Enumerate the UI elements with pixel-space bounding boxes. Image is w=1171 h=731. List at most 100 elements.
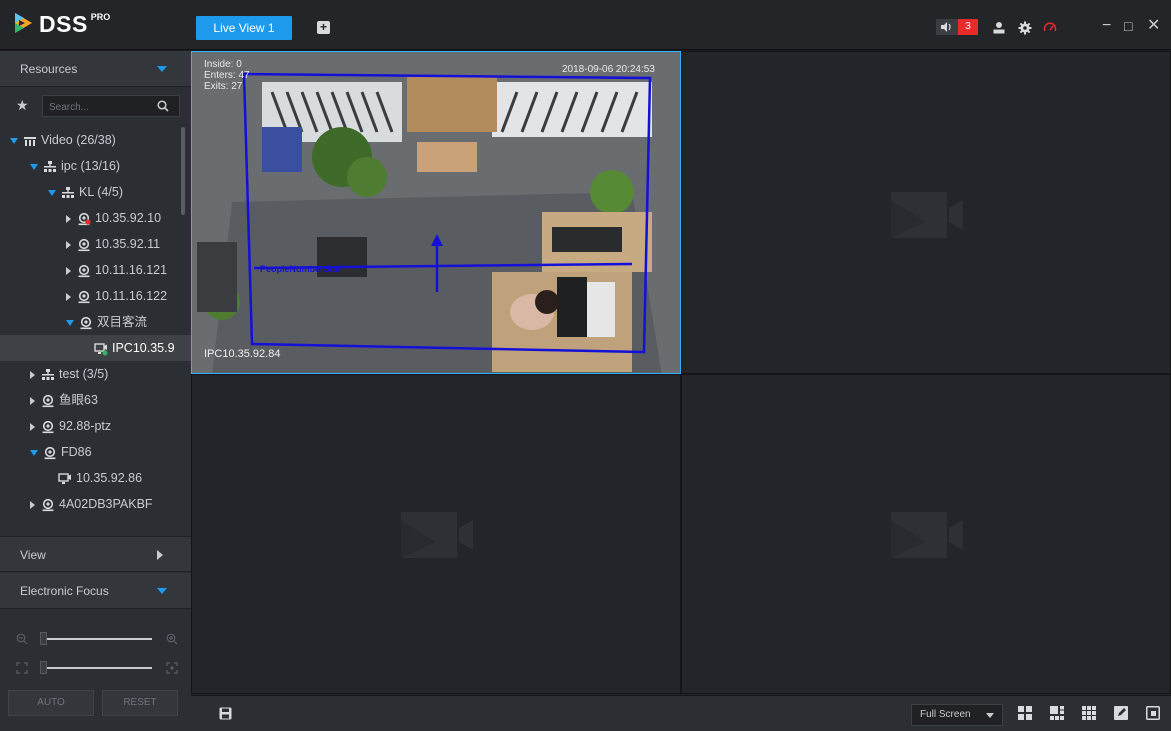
camera-placeholder-icon bbox=[891, 512, 963, 558]
device-icon bbox=[78, 238, 90, 251]
expand-open-icon[interactable] bbox=[30, 163, 38, 170]
video-cell-1[interactable]: Inside: 0 Enters: 47 Exits: 27 2018-09-0… bbox=[191, 51, 681, 374]
tree-item-label: test (3/5) bbox=[59, 367, 109, 381]
tree-item[interactable]: 双目客流 bbox=[0, 309, 191, 335]
tree-item[interactable]: 10.35.92.11 bbox=[0, 231, 191, 257]
video-cell-2[interactable] bbox=[681, 51, 1171, 374]
tree-item[interactable]: KL (4/5) bbox=[0, 179, 191, 205]
device-icon bbox=[42, 498, 54, 511]
logo-pro: PRO bbox=[90, 12, 111, 22]
tree-item[interactable]: 4A02DB3PAKBF bbox=[0, 491, 191, 517]
zoom-out-icon[interactable] bbox=[16, 633, 28, 645]
layout-4-icon[interactable] bbox=[1018, 706, 1032, 720]
expand-open-icon[interactable] bbox=[30, 449, 38, 456]
osd-enters-count: Enters: 47 bbox=[204, 70, 250, 81]
device-alarm-icon bbox=[78, 212, 91, 225]
view-label: View bbox=[20, 548, 46, 562]
resource-tree: Video (26/38) ipc (13/16) KL (4/5) 10.35.92… bbox=[0, 127, 191, 527]
fit-window-icon[interactable] bbox=[1146, 706, 1160, 720]
tree-item[interactable]: FD86 bbox=[0, 439, 191, 465]
expand-closed-icon[interactable] bbox=[66, 214, 71, 223]
edit-layout-icon[interactable] bbox=[1114, 706, 1128, 720]
zoom-slider-handle[interactable] bbox=[40, 632, 47, 645]
tree-item[interactable]: IPC10.35.9 bbox=[0, 335, 191, 361]
user-icon[interactable] bbox=[992, 20, 1006, 36]
tree-item[interactable]: 10.11.16.122 bbox=[0, 283, 191, 309]
auto-focus-button[interactable]: AUTO bbox=[8, 690, 94, 716]
expand-open-icon[interactable] bbox=[10, 137, 18, 144]
add-tab-button[interactable]: + bbox=[317, 21, 330, 34]
top-bar: DSS PRO Live View 1 + 3 − □ ✕ bbox=[0, 0, 1171, 50]
osd-timestamp: 2018-09-06 20:24:53 bbox=[562, 64, 655, 75]
focus-slider[interactable] bbox=[16, 660, 184, 676]
electronic-focus-label: Electronic Focus bbox=[20, 584, 109, 598]
expand-open-icon[interactable] bbox=[66, 319, 74, 326]
logo-mark-icon bbox=[15, 13, 32, 33]
tree-item[interactable]: ipc (13/16) bbox=[0, 153, 191, 179]
favorites-star-icon[interactable]: ★ bbox=[16, 97, 29, 114]
dss-pro-window: DSS PRO Live View 1 + 3 − □ ✕ Resources … bbox=[0, 0, 1171, 731]
tree-item-label: FD86 bbox=[61, 445, 92, 459]
channel-live-icon bbox=[94, 343, 108, 356]
expand-closed-icon[interactable] bbox=[30, 422, 35, 431]
camera-feed bbox=[192, 52, 680, 373]
organization-icon bbox=[62, 186, 74, 198]
expand-closed-icon[interactable] bbox=[66, 266, 71, 275]
tree-item[interactable]: 10.35.92.10 bbox=[0, 205, 191, 231]
search-input[interactable] bbox=[49, 99, 149, 115]
resources-header[interactable]: Resources bbox=[0, 51, 191, 87]
focus-slider-handle[interactable] bbox=[40, 661, 47, 674]
focus-near-icon[interactable] bbox=[16, 662, 28, 674]
fullscreen-select[interactable]: Full Screen bbox=[911, 704, 1003, 726]
tree-item-label: 4A02DB3PAKBF bbox=[59, 497, 153, 511]
tree-item[interactable]: 鱼眼63 bbox=[0, 387, 191, 413]
minimize-button[interactable]: − bbox=[1102, 16, 1111, 36]
gear-icon[interactable] bbox=[1018, 20, 1032, 36]
reset-focus-button[interactable]: RESET bbox=[102, 690, 178, 716]
device-icon bbox=[80, 316, 92, 329]
zoom-slider-track[interactable] bbox=[42, 638, 152, 640]
tree-item-label: IPC10.35.9 bbox=[112, 341, 175, 355]
expand-closed-icon[interactable] bbox=[30, 396, 35, 405]
close-button[interactable]: ✕ bbox=[1147, 16, 1160, 36]
search-row: ★ bbox=[0, 92, 191, 120]
save-icon[interactable] bbox=[219, 707, 232, 720]
maximize-button[interactable]: □ bbox=[1124, 16, 1132, 36]
expand-closed-icon[interactable] bbox=[30, 500, 35, 509]
tree-item[interactable]: 10.35.92.86 bbox=[0, 465, 191, 491]
search-icon[interactable] bbox=[157, 100, 169, 112]
channel-icon bbox=[58, 473, 71, 484]
expand-closed-icon[interactable] bbox=[66, 292, 71, 301]
video-cell-3[interactable] bbox=[191, 374, 681, 694]
expand-closed-icon[interactable] bbox=[30, 370, 35, 379]
left-panel: Resources ★ Video (26/38) ipc (13/16) KL (… bbox=[0, 51, 191, 731]
layout-9-icon[interactable] bbox=[1082, 706, 1096, 720]
tree-item-label: 10.35.92.10 bbox=[95, 211, 162, 225]
expand-open-icon[interactable] bbox=[48, 189, 56, 196]
expand-closed-icon[interactable] bbox=[66, 240, 71, 249]
tree-item[interactable]: 92.88-ptz bbox=[0, 413, 191, 439]
tab-live-view-1[interactable]: Live View 1 bbox=[196, 16, 292, 40]
speedometer-icon[interactable] bbox=[1043, 20, 1057, 36]
device-icon bbox=[42, 394, 54, 407]
alarm-count-badge[interactable]: 3 bbox=[958, 19, 978, 35]
zoom-in-icon[interactable] bbox=[166, 633, 178, 645]
tree-item-label: 92.88-ptz bbox=[59, 419, 112, 433]
tree-item[interactable]: test (3/5) bbox=[0, 361, 191, 387]
osd-inside-count: Inside: 0 bbox=[204, 59, 242, 70]
focus-slider-track[interactable] bbox=[42, 667, 152, 669]
view-header[interactable]: View bbox=[0, 536, 191, 572]
tree-scrollbar[interactable] bbox=[181, 127, 185, 215]
tree-item-label: 10.11.16.121 bbox=[95, 263, 168, 277]
alarm-indicator[interactable]: 3 bbox=[936, 19, 978, 35]
zoom-slider[interactable] bbox=[16, 631, 184, 647]
layout-6-icon[interactable] bbox=[1050, 706, 1064, 720]
device-icon bbox=[42, 420, 54, 433]
sound-icon[interactable] bbox=[936, 19, 958, 35]
video-cell-4[interactable] bbox=[681, 374, 1171, 694]
electronic-focus-header[interactable]: Electronic Focus bbox=[0, 573, 191, 609]
focus-far-icon[interactable] bbox=[166, 662, 178, 674]
tree-item[interactable]: Video (26/38) bbox=[0, 127, 191, 153]
tree-item[interactable]: 10.11.16.121 bbox=[0, 257, 191, 283]
tree-item-label: 10.35.92.86 bbox=[76, 471, 143, 485]
